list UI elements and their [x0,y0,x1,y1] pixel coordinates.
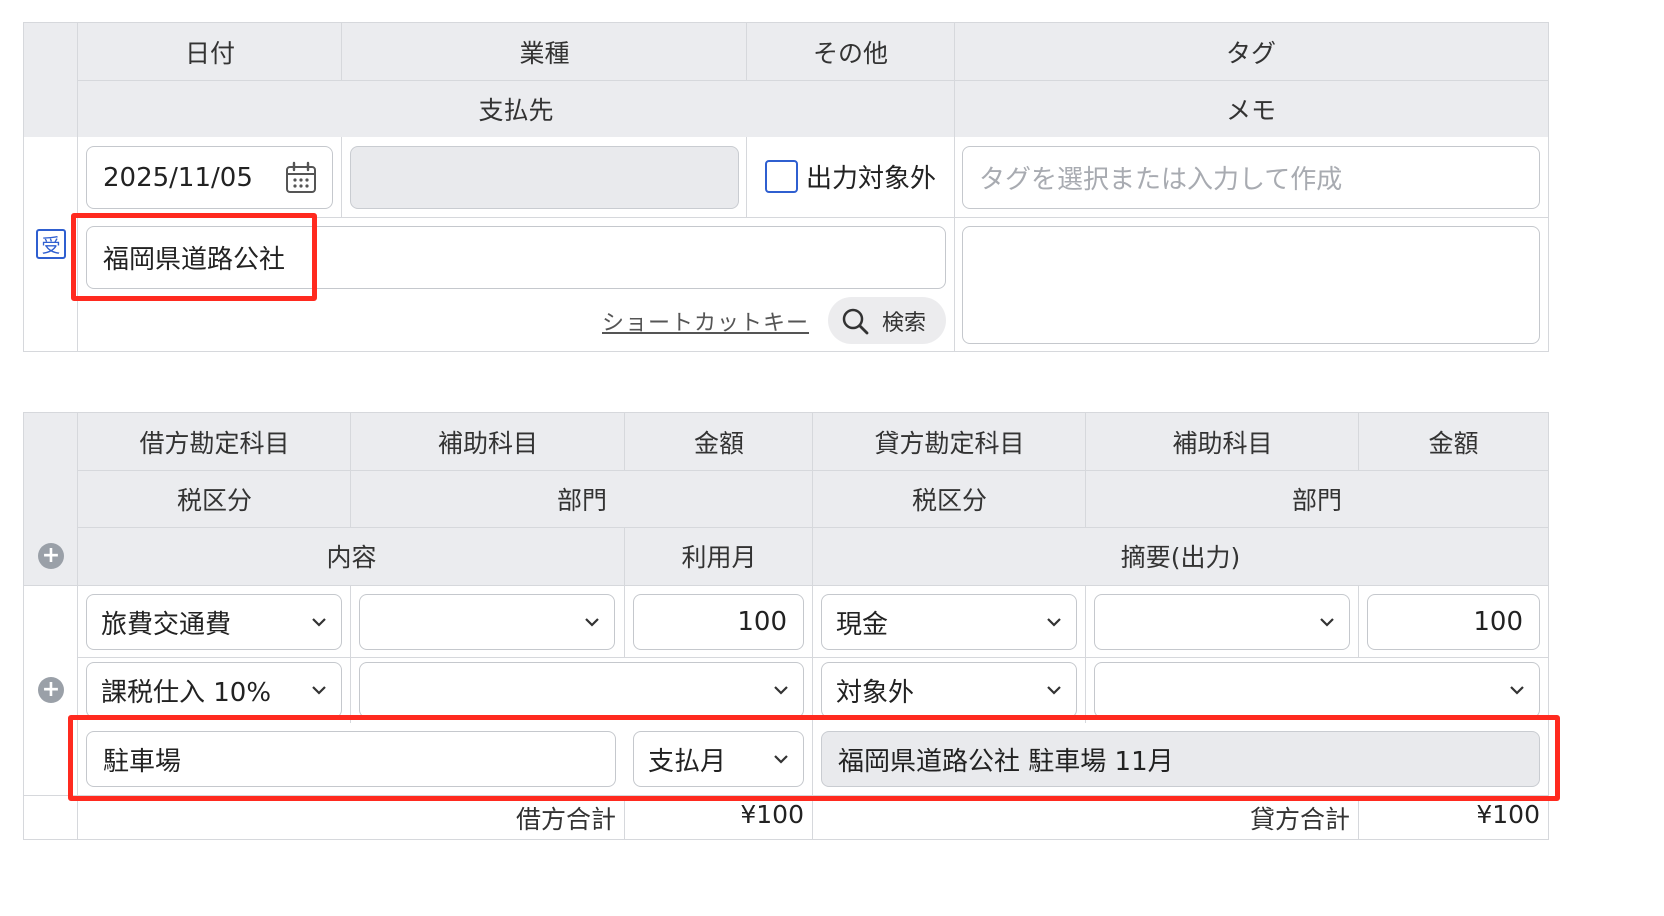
divider [624,413,625,470]
date-value: 2025/11/05 [103,162,253,193]
debit-sub-select[interactable] [359,594,615,650]
tag-input[interactable]: タグを選択または入力して作成 [962,146,1540,209]
tag-placeholder: タグを選択または入力して作成 [979,165,1343,195]
divider [77,23,78,351]
header-payee: 支払先 [478,95,554,125]
shortcut-key-link[interactable]: ショートカットキー [602,305,809,337]
chevron-down-icon [1510,686,1524,695]
add-row-icon[interactable]: + [38,677,64,703]
divider [341,23,342,80]
header-summary: 摘要(出力) [1120,543,1241,572]
header-debit-tax: 税区分 [176,485,252,515]
receipt-badge-label: 受 [41,234,61,257]
divider [1358,585,1359,657]
header-other: その他 [812,38,888,68]
header-credit-dept: 部門 [1291,485,1342,515]
industry-field [350,146,739,209]
highlight-payee [71,213,317,301]
credit-amount-input[interactable]: 100 [1367,594,1540,650]
credit-tax-select[interactable]: 対象外 [821,662,1077,718]
divider [624,795,625,839]
chevron-down-icon [312,686,326,695]
highlight-content-row [68,715,1560,801]
credit-total-value: ¥100 [1476,800,1540,829]
add-row-header-icon[interactable]: + [38,543,64,569]
debit-tax-value: 課税仕入 10% [101,677,272,708]
header-tag: タグ [1225,38,1276,68]
chevron-down-icon [585,618,599,627]
divider [1358,413,1359,470]
search-label: 検索 [882,310,927,336]
divider [24,585,1548,586]
credit-total-label: 貸方合計 [1249,805,1350,834]
credit-account-value: 現金 [836,609,889,640]
debit-tax-select[interactable]: 課税仕入 10% [86,662,342,718]
memo-textarea[interactable] [962,226,1540,344]
receipt-badge-icon[interactable]: 受 [36,229,66,259]
divider [1358,795,1359,839]
header-debit-amount: 金額 [693,428,744,458]
header-debit-sub: 補助科目 [437,428,538,458]
credit-tax-value: 対象外 [836,677,915,708]
chevron-down-icon [1047,686,1061,695]
calendar-icon[interactable] [284,161,318,195]
exclude-output-label[interactable]: 出力対象外 [806,158,936,195]
header-usage-month: 利用月 [681,543,757,572]
divider [78,470,1548,471]
divider [954,23,955,351]
chevron-down-icon [1047,618,1061,627]
debit-account-value: 旅費交通費 [101,609,232,640]
chevron-down-icon [1320,618,1334,627]
debit-amount-value: 100 [737,607,787,637]
search-button[interactable]: 検索 [828,297,946,344]
credit-dept-select[interactable] [1094,662,1540,718]
header-debit-dept: 部門 [556,485,607,515]
header-industry: 業種 [519,38,570,68]
divider [624,585,625,657]
exclude-output-checkbox[interactable] [765,160,798,193]
credit-amount-value: 100 [1473,607,1523,637]
divider [350,657,351,723]
header-credit-account: 貸方勘定科目 [874,428,1025,458]
chevron-down-icon [312,618,326,627]
divider [746,23,747,80]
header-debit-account: 借方勘定科目 [139,428,290,458]
header-credit-tax: 税区分 [911,485,987,515]
header-credit-amount: 金額 [1428,428,1479,458]
chevron-down-icon [774,686,788,695]
header-date: 日付 [184,38,235,68]
debit-dept-select[interactable] [359,662,804,718]
credit-sub-select[interactable] [1094,594,1350,650]
search-icon [842,308,869,334]
header-credit-sub: 補助科目 [1172,428,1273,458]
debit-total-label: 借方合計 [515,805,616,834]
date-input[interactable]: 2025/11/05 [86,146,333,209]
debit-total-value: ¥100 [740,800,804,829]
debit-account-select[interactable]: 旅費交通費 [86,594,342,650]
credit-account-select[interactable]: 現金 [821,594,1077,650]
divider [78,657,1548,658]
divider [78,527,1548,528]
header-content: 内容 [326,543,377,572]
debit-amount-input[interactable]: 100 [633,594,804,650]
divider [1085,585,1086,723]
divider [746,137,747,217]
divider [341,137,342,217]
divider [78,80,1548,81]
divider [624,527,625,585]
divider [350,585,351,657]
header-memo: メモ [1225,95,1276,125]
